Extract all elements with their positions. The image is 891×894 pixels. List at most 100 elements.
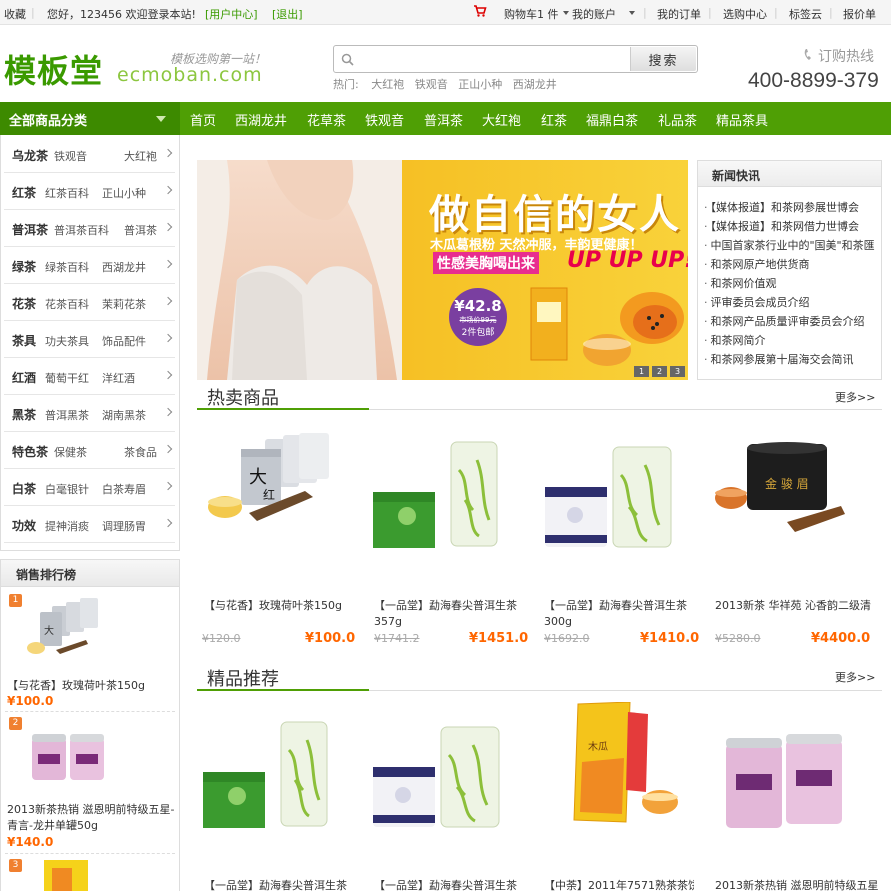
- nav-item[interactable]: 红茶: [541, 110, 567, 129]
- category-name[interactable]: 花茶: [12, 295, 36, 312]
- category-name[interactable]: 绿茶: [12, 258, 36, 275]
- nav-item[interactable]: 普洱茶: [424, 110, 463, 129]
- news-item[interactable]: 【媒体报道】和茶网借力世博会: [704, 218, 880, 234]
- carousel-dot[interactable]: 3: [670, 366, 685, 377]
- subcategory-link[interactable]: 绿茶百科: [45, 259, 89, 275]
- subcategory-link[interactable]: 白茶寿眉: [102, 481, 146, 497]
- rank-product-name[interactable]: 2013新茶热销 滋恩明前特级五星-青言-龙井单罐50g: [7, 802, 175, 834]
- subcategory-link[interactable]: 白毫银针: [45, 481, 89, 497]
- news-item[interactable]: 和茶网简介: [704, 332, 880, 348]
- product-thumbnail[interactable]: 大: [26, 598, 110, 658]
- category-name[interactable]: 普洱茶: [12, 221, 48, 238]
- subcategory-link[interactable]: 功夫茶具: [45, 333, 89, 349]
- subcategory-link[interactable]: 葡萄干红: [45, 370, 89, 386]
- rank-product-name[interactable]: 【与花香】玫瑰荷叶茶150g: [7, 678, 175, 694]
- product-image[interactable]: [203, 720, 331, 830]
- category-name[interactable]: 功效: [12, 517, 36, 534]
- nav-home[interactable]: 首页: [190, 110, 216, 129]
- product-name[interactable]: 【一品堂】勐海春尖普洱生茶357g: [374, 598, 524, 630]
- search-button[interactable]: 搜索: [630, 47, 696, 71]
- category-name[interactable]: 乌龙茶: [12, 147, 48, 164]
- cart-link[interactable]: 购物车1 件: [504, 6, 559, 22]
- search-input[interactable]: [354, 49, 624, 69]
- subcategory-link[interactable]: 茶食品: [124, 444, 157, 460]
- category-name[interactable]: 茶具: [12, 332, 36, 349]
- category-row[interactable]: 黑茶 普洱黑茶 湖南黑茶: [4, 395, 175, 432]
- product-image[interactable]: 木瓜: [568, 702, 680, 830]
- nav-item[interactable]: 花草茶: [307, 110, 346, 129]
- hot-keyword[interactable]: 大红袍: [371, 78, 404, 91]
- product-image[interactable]: [724, 726, 846, 830]
- product-image[interactable]: [545, 445, 675, 550]
- product-name[interactable]: 【与花香】玫瑰荷叶茶150g: [204, 598, 364, 614]
- product-name[interactable]: 2013新茶 华祥苑 沁香韵二级清: [715, 598, 885, 614]
- news-item[interactable]: 评审委员会成员介绍: [704, 294, 880, 310]
- logout-link[interactable]: [退出]: [272, 6, 303, 22]
- favorite-link[interactable]: 收藏: [4, 6, 26, 22]
- subcategory-link[interactable]: 红茶百科: [45, 185, 89, 201]
- my-account-link[interactable]: 我的账户: [572, 6, 616, 22]
- category-row[interactable]: 花茶 花茶百科 茉莉花茶: [4, 284, 175, 321]
- category-name[interactable]: 红茶: [12, 184, 36, 201]
- subcategory-link[interactable]: 正山小种: [102, 185, 146, 201]
- category-row[interactable]: 普洱茶 普洱茶百科 普洱茶: [4, 210, 175, 247]
- category-name[interactable]: 特色茶: [12, 443, 48, 460]
- product-image[interactable]: 大红: [205, 433, 333, 528]
- news-item[interactable]: 【媒体报道】和茶网参展世博会: [704, 199, 880, 215]
- product-thumbnail[interactable]: [40, 860, 92, 891]
- nav-item[interactable]: 西湖龙井: [235, 110, 287, 129]
- product-thumbnail[interactable]: [30, 724, 110, 784]
- product-name[interactable]: 2013新茶热销 滋恩明前特级五星: [715, 878, 885, 894]
- quote-link[interactable]: 报价单: [843, 6, 876, 22]
- product-image[interactable]: 金 骏 眉: [715, 440, 847, 538]
- nav-item[interactable]: 铁观音: [365, 110, 404, 129]
- promo-banner[interactable]: 做自信的女人 木瓜葛根粉 天然冲服，丰韵更健康！ 性感美胸喝出来 UP UP U…: [197, 160, 688, 380]
- category-row[interactable]: 功效 提神消痰 调理肠胃: [4, 506, 175, 543]
- news-item[interactable]: 中国首家茶行业中的"国美"和茶匯: [704, 237, 880, 253]
- news-item[interactable]: 和茶网原产地供货商: [704, 256, 880, 272]
- news-item[interactable]: 和茶网参展第十届海交会简讯: [704, 351, 880, 367]
- hot-keyword[interactable]: 正山小种: [458, 78, 502, 91]
- category-row[interactable]: 白茶 白毫银针 白茶寿眉: [4, 469, 175, 506]
- product-image[interactable]: [373, 440, 501, 550]
- category-row[interactable]: 绿茶 绿茶百科 西湖龙井: [4, 247, 175, 284]
- nav-item[interactable]: 福鼎白茶: [586, 110, 638, 129]
- subcategory-link[interactable]: 西湖龙井: [102, 259, 146, 275]
- category-row[interactable]: 红茶 红茶百科 正山小种: [4, 173, 175, 210]
- account-dropdown-icon[interactable]: [626, 6, 635, 19]
- cart-icon[interactable]: [473, 4, 487, 18]
- category-name[interactable]: 黑茶: [12, 406, 36, 423]
- category-row[interactable]: 茶具 功夫茶具 饰品配件: [4, 321, 175, 358]
- news-item[interactable]: 和茶网价值观: [704, 275, 880, 291]
- subcategory-link[interactable]: 提神消痰: [45, 518, 89, 534]
- nav-item[interactable]: 精品茶具: [716, 110, 768, 129]
- product-image[interactable]: [373, 725, 503, 830]
- subcategory-link[interactable]: 铁观音: [54, 148, 87, 164]
- category-name[interactable]: 红酒: [12, 369, 36, 386]
- subcategory-link[interactable]: 普洱茶: [124, 222, 157, 238]
- hot-keyword[interactable]: 铁观音: [415, 78, 448, 91]
- product-name[interactable]: 【一品堂】勐海春尖普洱生茶: [204, 878, 354, 894]
- subcategory-link[interactable]: 普洱茶百科: [54, 222, 109, 238]
- site-logo[interactable]: 模板堂: [4, 46, 103, 92]
- hot-keyword[interactable]: 西湖龙井: [513, 78, 557, 91]
- all-categories-button[interactable]: 全部商品分类: [0, 102, 180, 135]
- nav-item[interactable]: 礼品茶: [658, 110, 697, 129]
- user-center-link[interactable]: [用户中心]: [205, 6, 258, 22]
- subcategory-link[interactable]: 洋红酒: [102, 370, 135, 386]
- category-row[interactable]: 红酒 葡萄干红 洋红酒: [4, 358, 175, 395]
- hot-more-link[interactable]: 更多>>: [835, 389, 875, 405]
- product-name[interactable]: 【中荼】2011年7571熟茶茶饼: [544, 878, 694, 894]
- featured-more-link[interactable]: 更多>>: [835, 669, 875, 685]
- category-row[interactable]: 特色茶 保健茶 茶食品: [4, 432, 175, 469]
- news-item[interactable]: 和茶网产品质量评审委员会介绍: [704, 313, 880, 329]
- subcategory-link[interactable]: 湖南黑茶: [102, 407, 146, 423]
- subcategory-link[interactable]: 大红袍: [124, 148, 157, 164]
- subcategory-link[interactable]: 保健茶: [54, 444, 87, 460]
- subcategory-link[interactable]: 花茶百科: [45, 296, 89, 312]
- subcategory-link[interactable]: 普洱黑茶: [45, 407, 89, 423]
- carousel-dot[interactable]: 2: [652, 366, 667, 377]
- product-name[interactable]: 【一品堂】勐海春尖普洱生茶: [374, 878, 524, 894]
- product-name[interactable]: 【一品堂】勐海春尖普洱生茶300g: [544, 598, 694, 630]
- subcategory-link[interactable]: 调理肠胃: [102, 518, 146, 534]
